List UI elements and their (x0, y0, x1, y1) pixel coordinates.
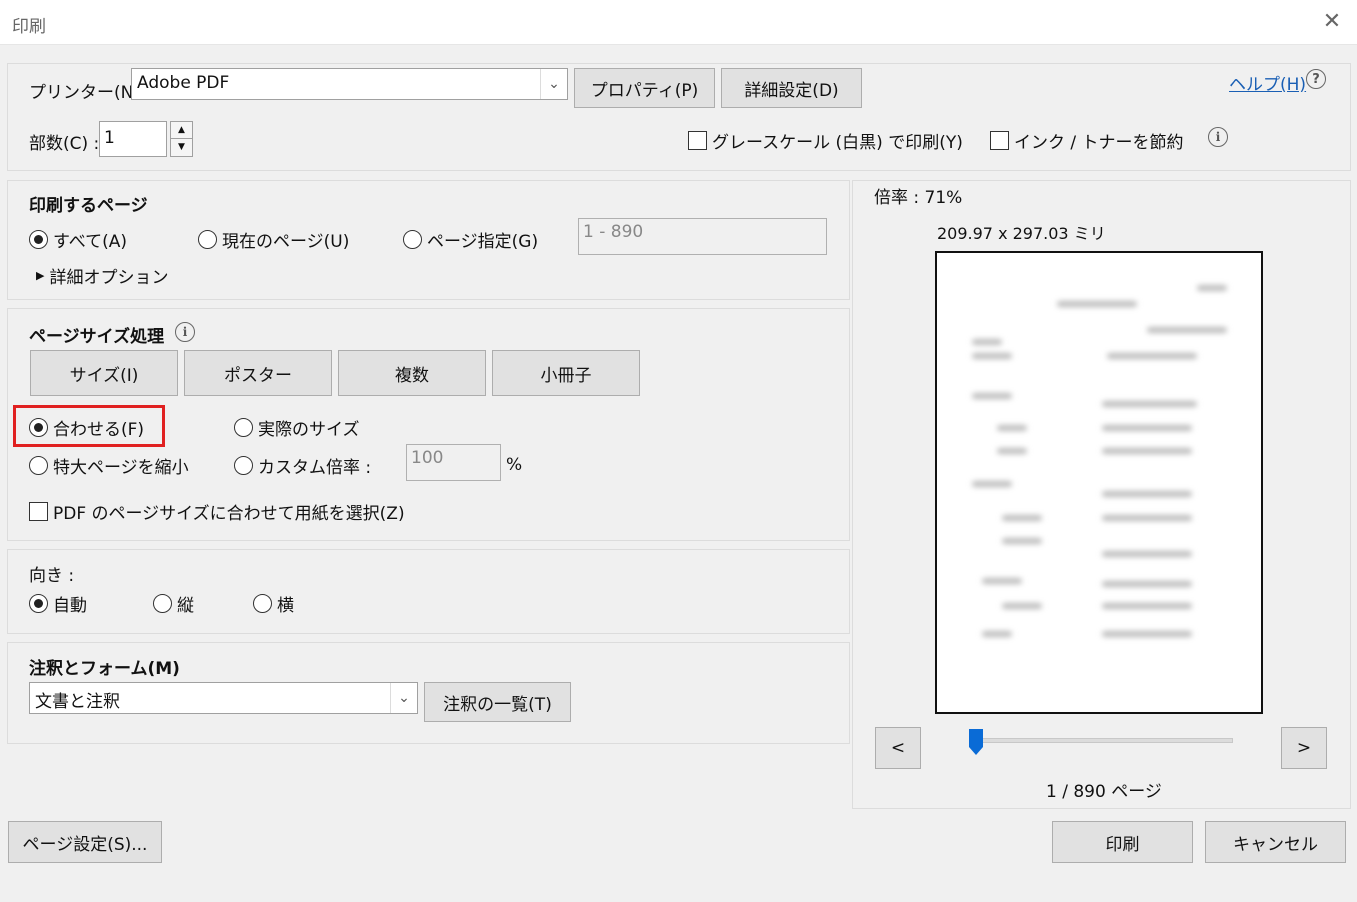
comments-heading: 注釈とフォーム(M) (29, 659, 180, 679)
comments-select[interactable]: 文書と注釈 ⌄ (29, 682, 418, 714)
orientation-panel (7, 549, 850, 634)
pages-current-option[interactable]: 現在のページ(U) (198, 227, 349, 252)
print-button[interactable]: 印刷 (1052, 821, 1193, 863)
orientation-landscape-label: 横 (277, 596, 294, 616)
page-setup-button[interactable]: ページ設定(S)... (8, 821, 162, 863)
fit-option[interactable]: 合わせる(F) (29, 415, 144, 440)
tab-size[interactable]: サイズ(I) (30, 350, 178, 396)
pages-range-input[interactable]: 1 - 890 (578, 218, 827, 255)
save-ink-label: インク / トナーを節約 (1014, 133, 1184, 153)
choose-paper-checkbox[interactable] (29, 502, 48, 521)
cancel-button[interactable]: キャンセル (1205, 821, 1346, 863)
more-options-label: 詳細オプション (49, 268, 169, 288)
custom-scale-input[interactable]: 100 (406, 444, 501, 481)
info-icon[interactable]: i (175, 322, 195, 342)
grayscale-label: グレースケール (白黒) で印刷(Y) (712, 133, 963, 153)
close-icon[interactable]: ✕ (1318, 8, 1346, 36)
sizing-heading: ページサイズ処理 (29, 327, 165, 347)
pages-all-label: すべて(A) (53, 232, 128, 252)
chevron-down-icon: ⌄ (540, 69, 567, 99)
preview-dimensions: 209.97 x 297.03 ミリ (937, 224, 1106, 243)
help-icon[interactable]: ? (1306, 69, 1326, 89)
orientation-portrait-label: 縦 (177, 596, 194, 616)
orientation-portrait-option[interactable]: 縦 (153, 591, 194, 616)
shrink-option[interactable]: 特大ページを縮小 (29, 453, 189, 478)
pages-all-radio[interactable] (29, 230, 48, 249)
percent-label: % (506, 455, 523, 475)
orientation-auto-option[interactable]: 自動 (29, 591, 87, 616)
help-link[interactable]: ヘルプ(H) (1229, 70, 1306, 95)
orientation-landscape-option[interactable]: 横 (253, 591, 294, 616)
info-icon[interactable]: i (1208, 127, 1228, 147)
more-options-toggle[interactable]: ▶ 詳細オプション (36, 263, 168, 288)
pages-current-radio[interactable] (198, 230, 217, 249)
title-bar: 印刷 ✕ (0, 0, 1357, 45)
custom-scale-label: カスタム倍率 : (258, 458, 372, 478)
summarize-comments-button[interactable]: 注釈の一覧(T) (424, 682, 571, 722)
window-title: 印刷 (12, 17, 46, 37)
printer-select[interactable]: Adobe PDF ⌄ (131, 68, 568, 100)
page-slider-thumb[interactable] (968, 728, 984, 756)
preview-page (935, 251, 1263, 714)
save-ink-option[interactable]: インク / トナーを節約 (990, 128, 1184, 153)
triangle-right-icon: ▶ (36, 269, 45, 282)
prev-page-button[interactable]: < (875, 727, 921, 769)
next-page-button[interactable]: > (1281, 727, 1327, 769)
stepper-up-icon[interactable]: ▲ (171, 122, 192, 139)
slider-thumb-icon (969, 729, 983, 755)
advanced-button[interactable]: 詳細設定(D) (721, 68, 862, 108)
copies-input[interactable]: 1 (99, 121, 167, 157)
orientation-landscape-radio[interactable] (253, 594, 272, 613)
page-indicator: 1 / 890 ページ (1046, 782, 1162, 802)
pages-current-label: 現在のページ(U) (222, 232, 350, 252)
orientation-portrait-radio[interactable] (153, 594, 172, 613)
orientation-heading: 向き : (29, 566, 75, 586)
printer-select-value: Adobe PDF (137, 73, 230, 93)
choose-paper-label: PDF のページサイズに合わせて用紙を選択(Z) (53, 504, 405, 524)
comments-select-value: 文書と注釈 (35, 692, 120, 712)
page-slider-track[interactable] (975, 738, 1233, 743)
tab-multiple[interactable]: 複数 (338, 350, 486, 396)
preview-scale: 倍率 : 71% (874, 188, 963, 208)
pages-range-radio[interactable] (403, 230, 422, 249)
tab-poster[interactable]: ポスター (184, 350, 332, 396)
fit-radio[interactable] (29, 418, 48, 437)
grayscale-option[interactable]: グレースケール (白黒) で印刷(Y) (688, 128, 963, 153)
copies-value: 1 (104, 128, 115, 148)
stepper-down-icon[interactable]: ▼ (171, 139, 192, 156)
properties-button[interactable]: プロパティ(P) (574, 68, 715, 108)
pages-range-label: ページ指定(G) (427, 232, 539, 252)
pages-range-option[interactable]: ページ指定(G) (403, 227, 538, 252)
custom-scale-option[interactable]: カスタム倍率 : (234, 453, 371, 478)
pages-heading: 印刷するページ (29, 196, 148, 216)
orientation-auto-label: 自動 (53, 596, 87, 616)
chevron-down-icon: ⌄ (390, 683, 417, 713)
shrink-radio[interactable] (29, 456, 48, 475)
pages-all-option[interactable]: すべて(A) (29, 227, 127, 252)
choose-paper-option[interactable]: PDF のページサイズに合わせて用紙を選択(Z) (29, 499, 405, 524)
save-ink-checkbox[interactable] (990, 131, 1009, 150)
copies-stepper[interactable]: ▲ ▼ (170, 121, 193, 157)
actual-size-option[interactable]: 実際のサイズ (234, 415, 360, 440)
fit-label: 合わせる(F) (53, 420, 145, 440)
actual-size-radio[interactable] (234, 418, 253, 437)
copies-label: 部数(C) : (29, 134, 100, 154)
orientation-auto-radio[interactable] (29, 594, 48, 613)
grayscale-checkbox[interactable] (688, 131, 707, 150)
shrink-label: 特大ページを縮小 (53, 458, 189, 478)
tab-booklet[interactable]: 小冊子 (492, 350, 640, 396)
custom-scale-radio[interactable] (234, 456, 253, 475)
actual-size-label: 実際のサイズ (258, 420, 360, 440)
